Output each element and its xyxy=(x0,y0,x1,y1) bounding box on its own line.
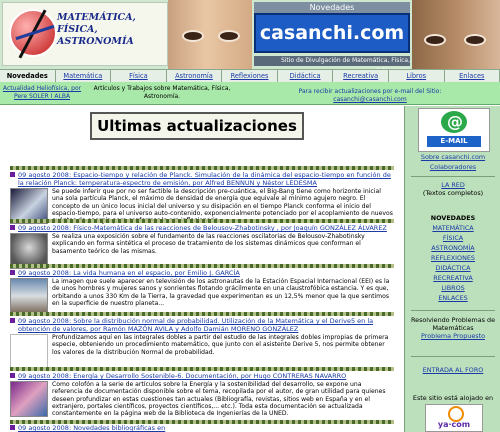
nav-novedades[interactable]: Novedades xyxy=(0,70,56,82)
email-button[interactable]: E-MAIL xyxy=(418,108,490,152)
subscribe-text: Para recibir actualizaciones por e-mail … xyxy=(298,88,442,95)
sidebar-link-fisica[interactable]: FÍSICA xyxy=(405,234,500,242)
logo-text: MATEMÁTICA, FÍSICA, ASTRONOMÍA xyxy=(57,12,167,48)
email-at-icon xyxy=(441,111,467,133)
header-photo-right xyxy=(412,0,500,69)
entry-description: Como colofón a la serie de artículos sob… xyxy=(52,381,386,418)
entry-description: La imagen que suele aparecer en televisi… xyxy=(52,278,390,307)
entry-title-link[interactable]: 09 agosto 2008: La vida humana en el esp… xyxy=(10,269,394,277)
site-tagline: Sitio de Divulgación de Matemática, Físi… xyxy=(254,56,410,69)
entry-title-link[interactable]: 09 agosto 2008: Espacio-tiempo y relació… xyxy=(10,171,394,187)
problem-link[interactable]: Problema Propuesto xyxy=(405,332,500,340)
sidebar-link-didactica[interactable]: DIDÁCTICA xyxy=(405,264,500,272)
novedades-heading: NOVEDADES xyxy=(430,214,476,222)
yacom-text: ya·com xyxy=(437,420,471,429)
entry-title-link[interactable]: 09 agosto 2008: Novedades bibliográficas… xyxy=(10,424,394,432)
site-header: MATEMÁTICA, FÍSICA, ASTRONOMÍA Novedades… xyxy=(0,0,500,69)
la-red-link[interactable]: LA RED xyxy=(405,181,500,189)
sidebar-link-libros[interactable]: LIBROS xyxy=(405,284,500,292)
entry-title-link[interactable]: 09 agosto 2008: Físico-Matemática de las… xyxy=(10,224,394,232)
entry-title-link[interactable]: 09 agosto 2008: Sobre la distribución no… xyxy=(10,317,394,333)
sidebar-divider xyxy=(411,176,495,177)
main-content: Ultimas actualizaciones 09 agosto 2008: … xyxy=(0,106,404,432)
right-sidebar: E-MAIL Sobre casanchi.com Colaboradores … xyxy=(404,106,500,432)
sidebar-link-enlaces[interactable]: ENLACES xyxy=(405,294,500,302)
logo-emblem xyxy=(9,9,57,57)
yacom-logo[interactable]: ya·com xyxy=(425,404,483,432)
email-button-label: E-MAIL xyxy=(427,136,481,147)
collaborators-link[interactable]: Colaboradores xyxy=(405,163,500,171)
eye-right-2 xyxy=(464,34,486,46)
eye-left xyxy=(182,30,204,42)
main-nav: Novedades Matemática Física Astronomía R… xyxy=(0,69,500,83)
subscribe-email-link[interactable]: casanchi@casanchi.com xyxy=(333,96,406,103)
header-photo-left xyxy=(168,0,252,69)
la-red-subtitle: (Textos completos) xyxy=(422,189,484,197)
news-entry: 09 agosto 2008: La vida humana en el esp… xyxy=(10,269,394,314)
entry-description: Profundizamos aquí en las integrales dob… xyxy=(52,334,389,356)
separator xyxy=(10,166,394,170)
nav-recreativa[interactable]: Recreativa xyxy=(333,70,389,82)
sidebar-divider xyxy=(411,356,495,357)
nav-enlaces[interactable]: Enlaces xyxy=(445,70,500,82)
sidebar-link-matematica[interactable]: MATEMÁTICA xyxy=(405,224,500,232)
page-title: Ultimas actualizaciones xyxy=(90,112,304,140)
forum-link[interactable]: ENTRADA AL FORO xyxy=(405,366,500,374)
logo-line-1: MATEMÁTICA, xyxy=(57,12,136,23)
info-bar-description: Artículos y Trabajos sobre Matemática, F… xyxy=(93,85,231,100)
problems-text: Resolviendo Problemas de Matemáticas xyxy=(410,316,496,332)
sidebar-link-astronomia[interactable]: ASTRONOMÍA xyxy=(405,244,500,252)
separator xyxy=(10,264,394,268)
nav-fisica[interactable]: Física xyxy=(111,70,167,82)
sidebar-divider xyxy=(411,310,495,311)
brand-banner[interactable]: casanchi.com xyxy=(254,13,410,53)
news-entry: 09 agosto 2008: Energía y Desarrollo Sos… xyxy=(10,372,394,417)
logo-line-2: FÍSICA, xyxy=(57,24,98,35)
entry-title-link[interactable]: 09 agosto 2008: Energía y Desarrollo Sos… xyxy=(10,372,394,380)
logo-line-3: ASTRONOMÍA xyxy=(57,36,134,47)
entry-thumbnail[interactable] xyxy=(10,278,48,314)
nav-reflexiones[interactable]: Reflexiones xyxy=(222,70,278,82)
entry-thumbnail[interactable] xyxy=(10,334,48,370)
hosting-text: Este sitio está alojado en xyxy=(412,394,494,402)
nav-didactica[interactable]: Didáctica xyxy=(278,70,334,82)
news-entry: 09 agosto 2008: Novedades bibliográficas… xyxy=(10,424,394,432)
separator xyxy=(10,367,394,371)
header-novedades-label: Novedades xyxy=(254,2,410,13)
sidebar-link-recreativa[interactable]: RECREATIVA xyxy=(405,274,500,282)
eye-left-2 xyxy=(424,34,446,46)
separator xyxy=(10,312,394,316)
nav-astronomia[interactable]: Astronomía xyxy=(167,70,223,82)
about-link[interactable]: Sobre casanchi.com xyxy=(405,153,500,161)
email-subscribe: Para recibir actualizaciones por e-mail … xyxy=(240,82,500,104)
nav-matematica[interactable]: Matemática xyxy=(56,70,112,82)
info-bar: Actualidad Heliofísica, por Pere SOLER I… xyxy=(0,82,500,105)
site-logo[interactable]: MATEMÁTICA, FÍSICA, ASTRONOMÍA xyxy=(2,2,168,66)
news-entry: 09 agosto 2008: Espacio-tiempo y relació… xyxy=(10,171,394,224)
news-entry: 09 agosto 2008: Físico-Matemática de las… xyxy=(10,224,394,269)
entry-thumbnail[interactable] xyxy=(10,381,48,417)
sidebar-link-reflexiones[interactable]: REFLEXIONES xyxy=(405,254,500,262)
separator xyxy=(10,219,394,223)
nav-libros[interactable]: Libros xyxy=(389,70,445,82)
heliofisica-link[interactable]: Actualidad Heliofísica, por Pere SOLER I… xyxy=(0,82,84,104)
news-entry: 09 agosto 2008: Sobre la distribución no… xyxy=(10,317,394,370)
eye-right xyxy=(218,30,240,42)
